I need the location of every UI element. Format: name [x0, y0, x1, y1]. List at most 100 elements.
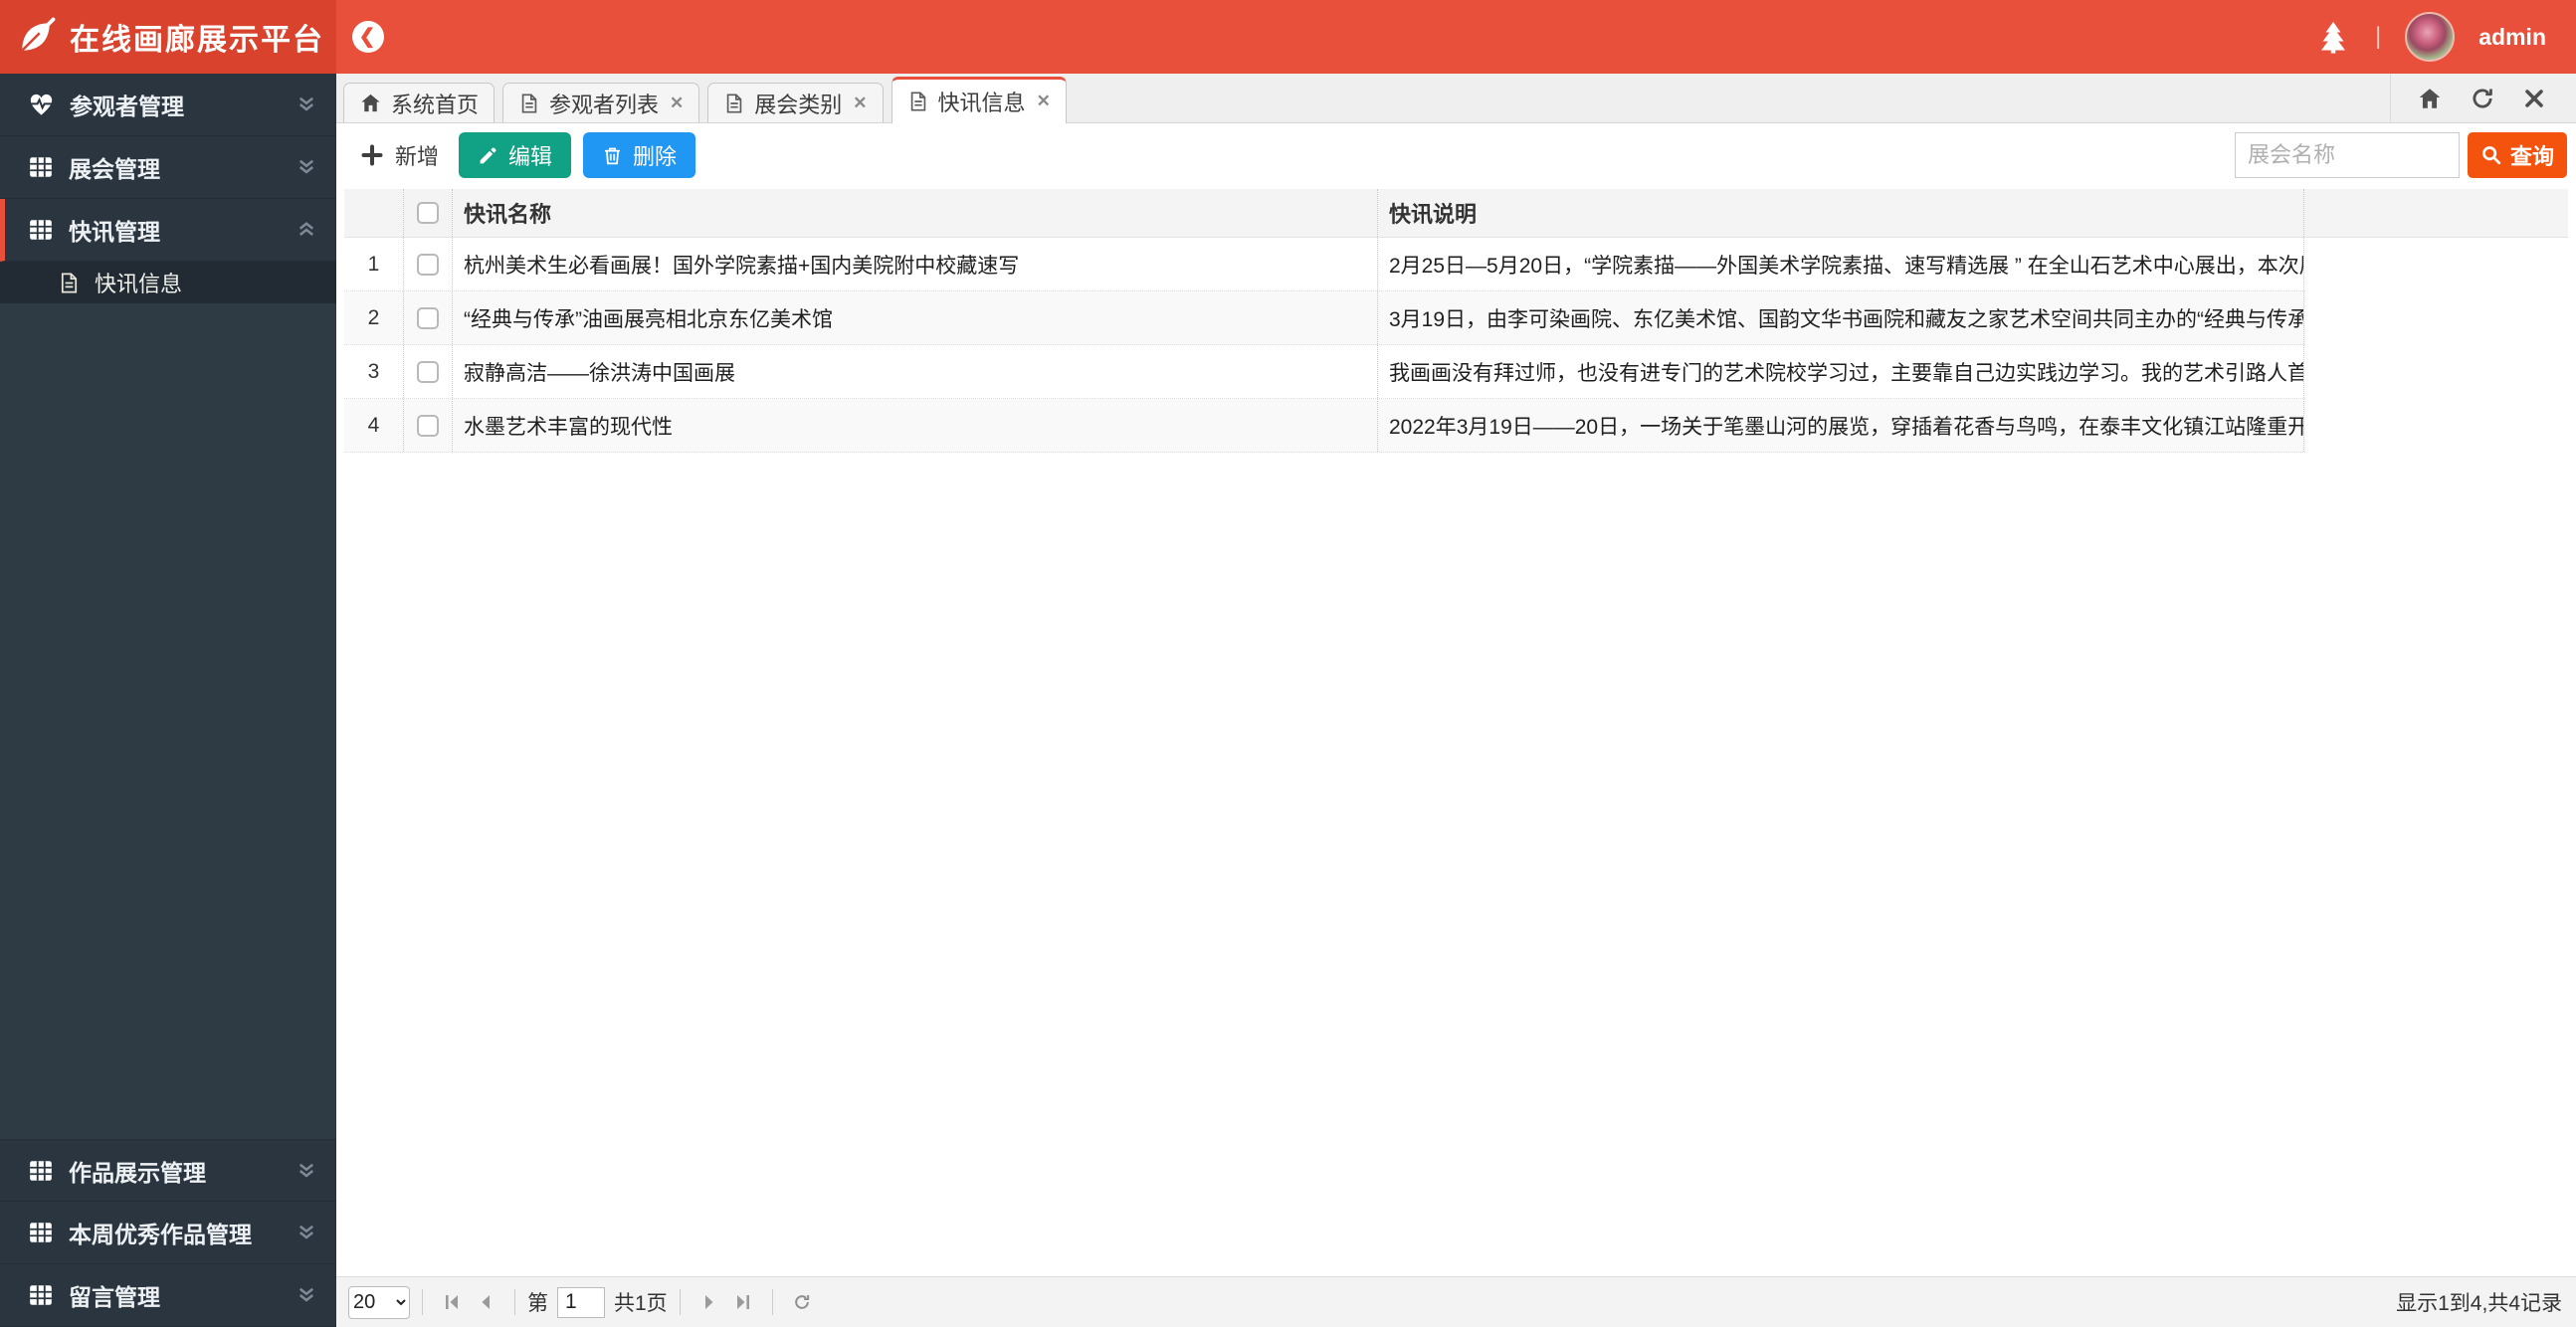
chevron-double-down-icon [297, 157, 316, 177]
table-row[interactable]: 1 杭州美术生必看画展！国外学院素描+国内美院附中校藏速写 2月25日—5月20… [344, 238, 2305, 291]
tab-close-icon[interactable]: ✕ [1037, 92, 1051, 111]
sidebar-item-label: 作品展示管理 [69, 1159, 206, 1186]
file-icon [58, 272, 81, 294]
row-checkbox[interactable] [417, 360, 439, 383]
tab-bar: 系统首页 参观者列表 ✕ 展会类别 ✕ 快讯信息 ✕ [336, 74, 2576, 123]
chevron-double-down-icon [297, 95, 316, 114]
row-number: 1 [344, 238, 404, 290]
chevron-left-icon: ❮ [358, 26, 376, 48]
edit-button[interactable]: 编辑 [459, 132, 572, 178]
table-row[interactable]: 2 “经典与传承”油画展亮相北京东亿美术馆 3月19日，由李可染画院、东亿美术馆… [344, 291, 2305, 345]
edit-button-label: 编辑 [508, 144, 553, 169]
first-page-button[interactable] [435, 1285, 469, 1319]
news-name-cell: “经典与传承”油画展亮相北京东亿美术馆 [453, 291, 1378, 344]
app-header: 在线画廊展示平台 ❮ | admin [0, 0, 2576, 74]
select-all-cell [404, 189, 453, 237]
search-input[interactable] [2234, 132, 2460, 178]
add-button-label: 新增 [395, 144, 440, 169]
home-icon [359, 92, 382, 114]
file-icon [518, 93, 540, 114]
prev-page-button[interactable] [469, 1285, 502, 1319]
sidebar-item-label: 留言管理 [69, 1284, 160, 1310]
toolbar: 新增 编辑 删除 查询 [336, 123, 2576, 187]
rownum-header [344, 189, 404, 237]
sidebar-subitem-news-info[interactable]: 快讯信息 [0, 262, 336, 303]
last-page-button[interactable] [726, 1285, 760, 1319]
file-icon [723, 93, 745, 114]
tab-system-home[interactable]: 系统首页 [343, 83, 495, 122]
table-row[interactable]: 3 寂静高洁——徐洪涛中国画展 我画画没有拜过师，也没有进专门的艺术院校学习过，… [344, 345, 2305, 399]
table-icon [28, 1158, 54, 1184]
column-header-name[interactable]: 快讯名称 [453, 189, 1378, 237]
news-table: 快讯名称 快讯说明 1 杭州美术生必看画展！国外学院素描+国内美院附中校藏速写 … [344, 189, 2568, 453]
sidebar-item-visitor-mgmt[interactable]: 参观者管理 [0, 74, 336, 136]
file-icon [907, 91, 929, 112]
row-checkbox-cell [404, 345, 453, 398]
tab-actions [2390, 74, 2576, 122]
sidebar-item-label: 快讯管理 [69, 219, 160, 245]
table-icon [28, 154, 54, 180]
page-number-input[interactable] [557, 1286, 605, 1318]
pager-divider [679, 1289, 681, 1315]
column-header-filler [2304, 189, 2568, 237]
row-checkbox[interactable] [417, 253, 439, 276]
query-button[interactable]: 查询 [2467, 132, 2567, 178]
close-icon[interactable] [2522, 87, 2546, 110]
news-name-cell: 寂静高洁——徐洪涛中国画展 [453, 345, 1378, 398]
avatar[interactable] [2405, 12, 2456, 62]
news-desc-cell: 2月25日—5月20日，“学院素描——外国美术学院素描、速写精选展 ” 在全山石… [1378, 238, 2304, 290]
row-checkbox[interactable] [417, 414, 439, 437]
search-icon [2480, 144, 2502, 166]
plus-icon [360, 143, 384, 167]
pager-divider [422, 1289, 423, 1315]
username[interactable]: admin [2478, 24, 2546, 51]
delete-button[interactable]: 删除 [583, 132, 696, 178]
row-checkbox[interactable] [417, 306, 439, 329]
tab-label: 系统首页 [391, 92, 480, 117]
page-prefix-label: 第 [527, 1292, 548, 1315]
column-header-desc[interactable]: 快讯说明 [1378, 189, 2304, 237]
add-button[interactable]: 新增 [348, 132, 451, 178]
news-name-cell: 杭州美术生必看画展！国外学院素描+国内美院附中校藏速写 [453, 238, 1378, 290]
sidebar-item-works-mgmt[interactable]: 作品展示管理 [0, 1139, 336, 1202]
sidebar-item-message-mgmt[interactable]: 留言管理 [0, 1264, 336, 1327]
select-all-checkbox[interactable] [417, 202, 439, 224]
page-size-select[interactable]: 20 [348, 1285, 410, 1319]
sidebar-item-news-mgmt[interactable]: 快讯管理 [0, 199, 336, 262]
sidebar-item-weekly-best-mgmt[interactable]: 本周优秀作品管理 [0, 1202, 336, 1264]
news-desc-cell: 我画画没有拜过师，也没有进专门的艺术院校学习过，主要靠自己边实践边学习。我的艺术… [1378, 345, 2304, 398]
chevron-double-down-icon [297, 1161, 316, 1181]
tab-news-info[interactable]: 快讯信息 ✕ [891, 77, 1067, 123]
sidebar-collapse-button[interactable]: ❮ [352, 21, 384, 53]
refresh-icon[interactable] [2470, 86, 2495, 111]
tab-close-icon[interactable]: ✕ [670, 94, 684, 113]
tree-icon[interactable] [2315, 19, 2351, 55]
news-desc-cell: 3月19日，由李可染画院、东亿美术馆、国韵文华书画院和藏友之家艺术空间共同主办的… [1378, 291, 2304, 344]
delete-button-label: 删除 [633, 144, 678, 169]
sidebar-item-exhibition-mgmt[interactable]: 展会管理 [0, 136, 336, 199]
sidebar: 参观者管理 展会管理 快讯管理 快讯信息 作品展示管理 本周优秀作品管理 留言管… [0, 74, 336, 1327]
tab-close-icon[interactable]: ✕ [853, 94, 867, 113]
table-icon [28, 1282, 54, 1308]
brand: 在线画廊展示平台 [0, 0, 336, 74]
heartbeat-icon [28, 92, 55, 118]
table-icon [28, 1220, 54, 1245]
next-page-button[interactable] [693, 1285, 726, 1319]
home-icon[interactable] [2417, 86, 2443, 111]
leaf-logo-icon [16, 17, 56, 57]
reload-icon[interactable] [785, 1285, 819, 1319]
tab-label: 参观者列表 [549, 92, 660, 117]
query-button-label: 查询 [2509, 144, 2554, 169]
tab-visitor-list[interactable]: 参观者列表 ✕ [502, 83, 700, 122]
trash-icon [602, 145, 623, 166]
tab-exhibition-category[interactable]: 展会类别 ✕ [707, 83, 884, 122]
sidebar-item-label: 本周优秀作品管理 [69, 1222, 252, 1247]
app-title: 在线画廊展示平台 [70, 24, 324, 57]
table-row[interactable]: 4 水墨艺术丰富的现代性 2022年3月19日——20日，一场关于笔墨山河的展览… [344, 399, 2305, 453]
chevron-double-down-icon [297, 1285, 316, 1305]
tab-label: 快讯信息 [937, 91, 1026, 115]
table-icon [28, 217, 54, 243]
tab-label: 展会类别 [754, 92, 843, 117]
row-number: 3 [344, 345, 404, 398]
row-checkbox-cell [404, 399, 453, 452]
